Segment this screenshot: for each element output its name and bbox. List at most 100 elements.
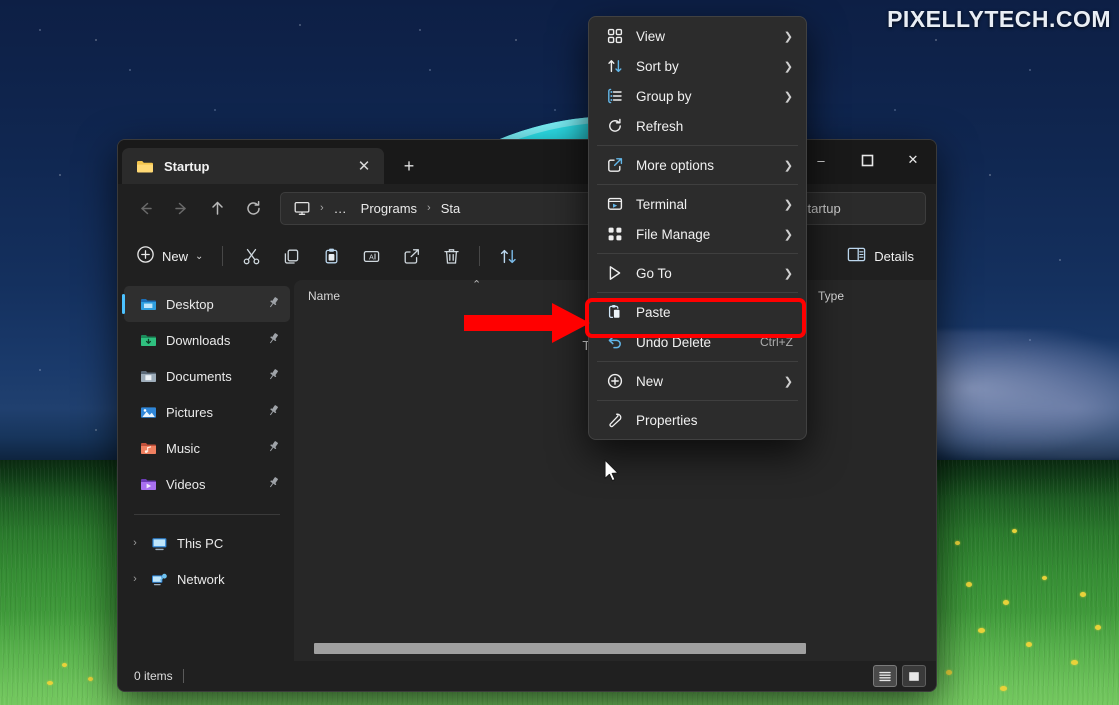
watermark: PIXELLYTECH.COM <box>887 6 1111 32</box>
menu-item-group-by[interactable]: Group by ❯ <box>592 81 803 111</box>
file-explorer-window: Startup ✕ + – ✕ › … Programs › Sta Start… <box>117 139 937 692</box>
pin-icon[interactable] <box>267 404 280 420</box>
sidebar-item-videos[interactable]: Videos <box>124 466 290 502</box>
videos-icon <box>140 477 157 492</box>
more-options-icon <box>606 157 623 174</box>
breadcrumb-programs[interactable]: Programs <box>356 199 422 218</box>
desktop-icon <box>140 297 157 312</box>
toolbar-divider <box>222 246 224 266</box>
pin-icon[interactable] <box>267 296 280 312</box>
menu-item-sort-by[interactable]: Sort by ❯ <box>592 51 803 81</box>
status-divider <box>182 669 184 683</box>
file-manage-icon <box>606 226 623 243</box>
paste-icon <box>606 304 623 321</box>
pin-icon[interactable] <box>267 332 280 348</box>
wrench-icon <box>606 412 623 429</box>
tab-startup[interactable]: Startup ✕ <box>122 148 384 184</box>
flower <box>88 677 93 681</box>
sidebar-item-this-pc[interactable]: › This PC <box>124 525 290 561</box>
desktop: PIXELLYTECH.COM Startup ✕ + – ✕ › … Prog… <box>0 0 1119 705</box>
chevron-right-icon[interactable]: › <box>128 537 142 549</box>
details-view-toggle[interactable] <box>873 665 897 687</box>
menu-divider <box>597 184 798 185</box>
rename-button[interactable]: A <box>352 240 390 272</box>
scrollbar-thumb[interactable] <box>314 643 806 654</box>
delete-button[interactable] <box>432 240 470 272</box>
details-view-button[interactable]: Details <box>837 240 924 272</box>
flower <box>1042 576 1047 580</box>
sidebar-label: Music <box>166 440 200 456</box>
breadcrumb-overflow[interactable]: … <box>329 199 352 218</box>
breadcrumb-startup[interactable]: Sta <box>436 199 466 218</box>
share-button[interactable] <box>392 240 430 272</box>
menu-item-refresh[interactable]: Refresh <box>592 111 803 141</box>
new-tab-button[interactable]: + <box>394 151 424 181</box>
sort-button[interactable] <box>489 240 527 272</box>
menu-item-undo-delete[interactable]: Undo Delete Ctrl+Z <box>592 327 803 357</box>
menu-item-view[interactable]: View ❯ <box>592 21 803 51</box>
menu-divider <box>597 292 798 293</box>
group-list-icon <box>606 88 623 105</box>
large-icons-view-toggle[interactable] <box>902 665 926 687</box>
menu-item-file-manage[interactable]: File Manage ❯ <box>592 219 803 249</box>
back-button[interactable] <box>128 192 162 224</box>
sidebar-divider <box>134 514 280 515</box>
chevron-right-icon: ❯ <box>783 267 793 280</box>
sidebar-item-downloads[interactable]: Downloads <box>124 322 290 358</box>
status-bar: 0 items <box>118 661 936 691</box>
item-count: 0 items <box>134 669 173 683</box>
sidebar-item-documents[interactable]: Documents <box>124 358 290 394</box>
flower <box>1095 625 1101 630</box>
refresh-icon <box>606 118 623 135</box>
forward-button[interactable] <box>164 192 198 224</box>
sidebar-item-desktop[interactable]: Desktop <box>122 286 290 322</box>
refresh-button[interactable] <box>236 192 270 224</box>
menu-label: Go To <box>636 265 672 281</box>
copy-button[interactable] <box>272 240 310 272</box>
chevron-right-icon: ❯ <box>783 159 793 172</box>
menu-item-go-to[interactable]: Go To ❯ <box>592 258 803 288</box>
sidebar-label: Desktop <box>166 296 214 312</box>
menu-item-paste[interactable]: Paste <box>592 297 803 327</box>
flower <box>978 628 985 633</box>
sidebar-item-music[interactable]: Music <box>124 430 290 466</box>
sort-arrows-icon <box>606 58 623 75</box>
sidebar-label: Documents <box>166 368 232 384</box>
details-label: Details <box>874 248 914 264</box>
pin-icon[interactable] <box>267 476 280 492</box>
menu-label: Undo Delete <box>636 334 712 350</box>
menu-item-terminal[interactable]: Terminal ❯ <box>592 189 803 219</box>
chevron-right-icon[interactable]: › <box>128 573 142 585</box>
menu-item-more-options[interactable]: More options ❯ <box>592 150 803 180</box>
menu-label: Properties <box>636 412 698 428</box>
new-plus-icon <box>606 373 623 390</box>
sidebar-item-pictures[interactable]: Pictures <box>124 394 290 430</box>
new-button[interactable]: New ⌄ <box>130 240 213 272</box>
cut-button[interactable] <box>232 240 270 272</box>
flower <box>946 670 952 675</box>
menu-label: New <box>636 373 664 389</box>
close-window-button[interactable]: ✕ <box>890 140 936 180</box>
horizontal-scrollbar[interactable] <box>314 642 914 655</box>
monitor-icon[interactable] <box>289 199 315 218</box>
menu-label: View <box>636 28 666 44</box>
flower <box>1080 592 1086 597</box>
maximize-button[interactable] <box>844 140 890 180</box>
pin-icon[interactable] <box>267 440 280 456</box>
menu-item-new[interactable]: New ❯ <box>592 366 803 396</box>
column-header-name[interactable]: Name <box>308 289 538 303</box>
chevron-right-icon: ❯ <box>783 60 793 73</box>
pin-icon[interactable] <box>267 368 280 384</box>
title-bar: Startup ✕ + – ✕ <box>118 140 936 184</box>
sidebar-item-network[interactable]: › Network <box>124 561 290 597</box>
svg-text:A: A <box>369 252 374 261</box>
context-menu[interactable]: View ❯ Sort by ❯ Group by ❯ Refresh More… <box>588 16 807 440</box>
documents-icon <box>140 369 157 384</box>
close-tab-icon[interactable]: ✕ <box>352 154 376 178</box>
menu-item-properties[interactable]: Properties <box>592 405 803 435</box>
sort-ascending-icon: ⌃ <box>472 279 482 291</box>
column-header-type[interactable]: Type <box>818 289 844 303</box>
up-button[interactable] <box>200 192 234 224</box>
flower <box>1026 642 1032 647</box>
paste-button[interactable] <box>312 240 350 272</box>
